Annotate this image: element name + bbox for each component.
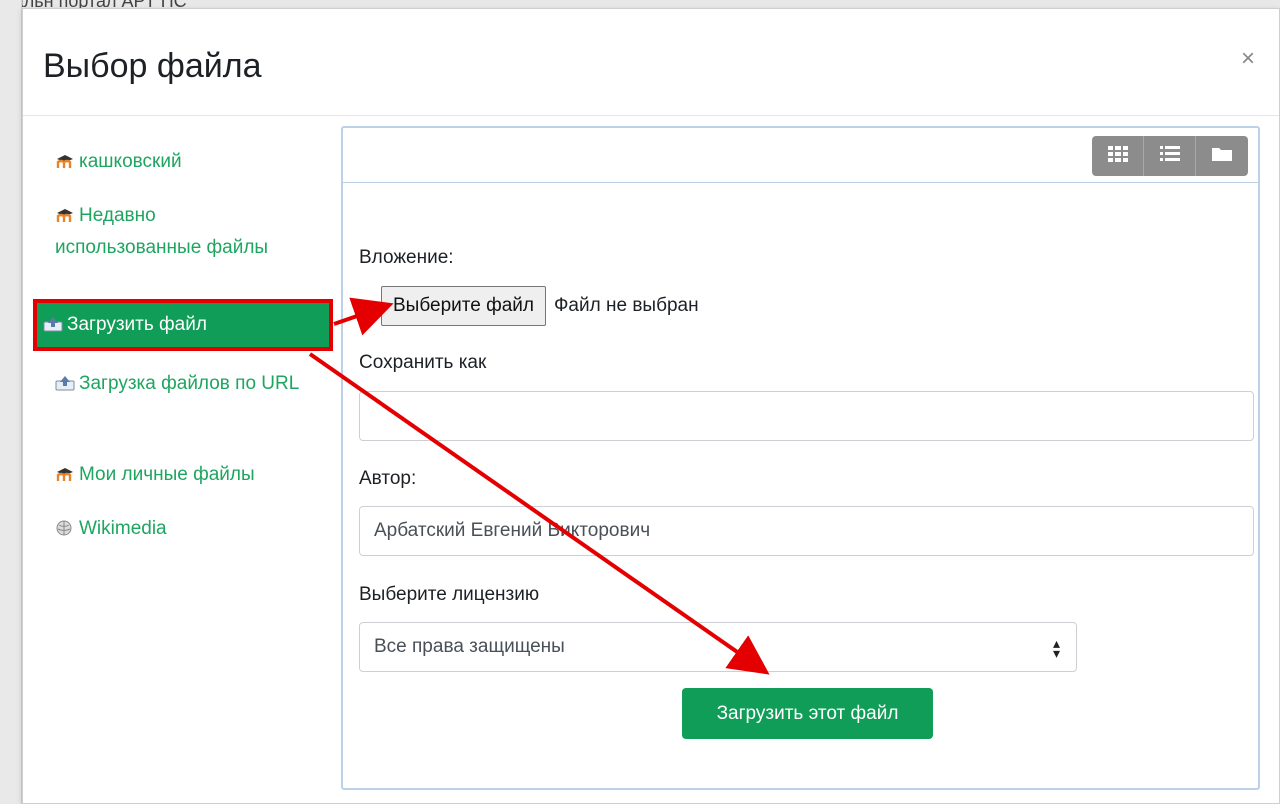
select-caret-icon: ▴ ▾ — [1052, 635, 1060, 661]
sidebar-item-label: Мои личные файлы — [79, 464, 255, 485]
sidebar-item-upload-file[interactable]: Загрузить файл — [33, 299, 333, 351]
moodle-icon — [55, 147, 75, 168]
sidebar-item-label: Загрузить файл — [67, 314, 207, 335]
folder-view-icon — [1212, 146, 1232, 167]
list-view-button[interactable] — [1144, 136, 1196, 176]
sidebar-item-label: Недавно использованные файлы — [55, 205, 269, 258]
upload-panel: Вложение: Выберите файл Файл не выбран С… — [341, 126, 1260, 790]
sidebar-item-private-files[interactable]: Мои личные файлы — [33, 459, 333, 491]
panel-toolbar — [343, 128, 1258, 183]
sidebar-item-url-upload[interactable]: Загрузка файлов по URL — [33, 368, 323, 400]
author-input[interactable]: Арбатский Евгений Викторович — [359, 506, 1254, 556]
sidebar-item-label: кашковский — [79, 151, 182, 172]
grid-view-button[interactable] — [1092, 136, 1144, 176]
license-selected-value: Все права защищены — [374, 636, 565, 657]
dialog-header: Выбор файла × — [23, 9, 1279, 116]
save-as-label: Сохранить как — [359, 352, 487, 373]
sidebar-item-label: Загрузка файлов по URL — [79, 373, 300, 394]
save-as-input[interactable] — [359, 391, 1254, 441]
file-picker-dialog: Выбор файла × кашковский Недавно использ… — [22, 8, 1280, 804]
moodle-icon — [55, 201, 75, 222]
file-input-row: Выберите файл Файл не выбран — [381, 286, 699, 326]
upload-icon — [55, 370, 75, 391]
list-view-icon — [1159, 145, 1180, 167]
moodle-icon — [55, 460, 75, 481]
grid-view-icon — [1107, 145, 1128, 167]
close-button[interactable]: × — [1241, 47, 1255, 71]
repository-sidebar: кашковский Недавно использованные файлы … — [23, 116, 341, 804]
view-switcher — [1092, 136, 1248, 176]
upload-this-file-button[interactable]: Загрузить этот файл — [682, 688, 933, 739]
dialog-title: Выбор файла — [43, 47, 262, 85]
folder-view-button[interactable] — [1196, 136, 1248, 176]
file-status-text: Файл не выбран — [553, 295, 699, 316]
attachment-label: Вложение: — [359, 247, 454, 268]
sidebar-item-recent-files[interactable]: Недавно использованные файлы — [33, 200, 283, 264]
sidebar-item-label: Wikimedia — [79, 518, 167, 539]
license-select[interactable]: Все права защищены ▴ ▾ — [359, 622, 1077, 672]
background-left-edge — [0, 0, 22, 804]
author-label: Автор: — [359, 468, 417, 489]
sidebar-item-kashkovsky[interactable]: кашковский — [33, 146, 333, 178]
choose-file-button[interactable]: Выберите файл — [381, 286, 546, 326]
upload-icon — [43, 311, 63, 332]
wikimedia-icon — [55, 515, 75, 536]
license-label: Выберите лицензию — [359, 584, 540, 605]
sidebar-item-wikimedia[interactable]: Wikimedia — [33, 513, 333, 545]
